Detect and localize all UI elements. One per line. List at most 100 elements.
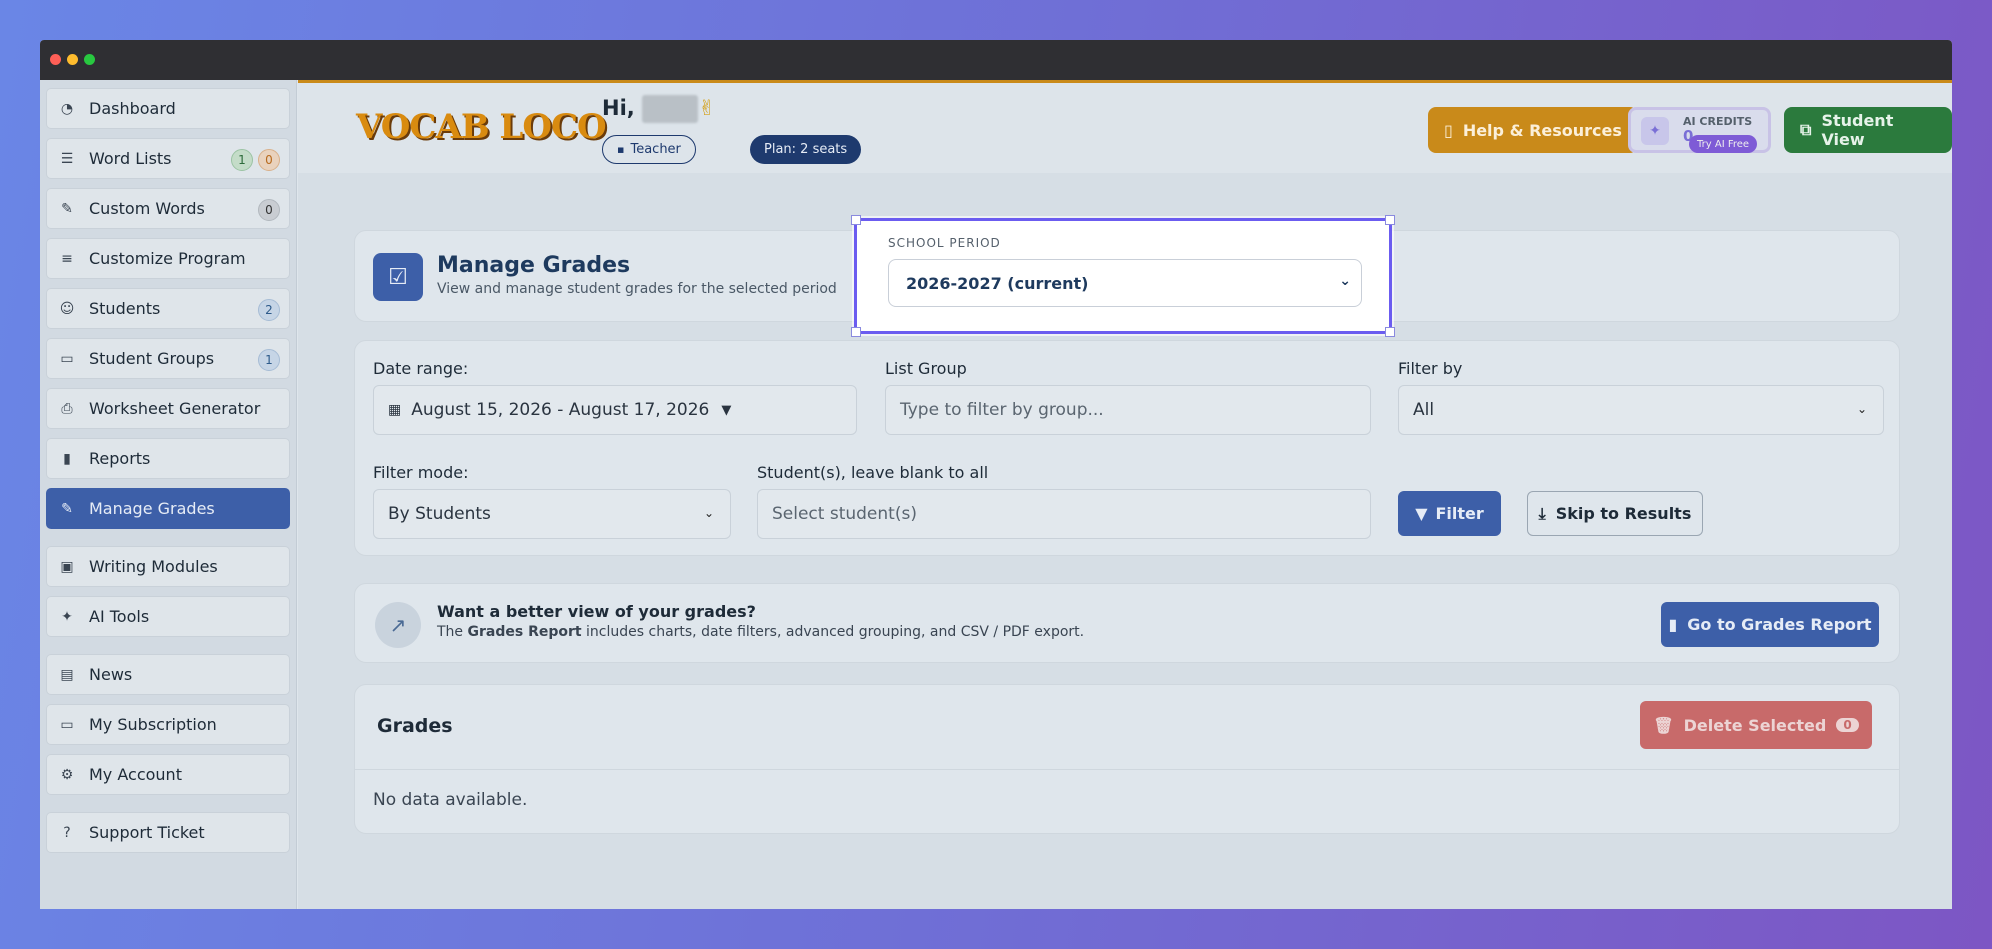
chevron-down-icon: ⌄: [1339, 273, 1351, 289]
sidebar-item-manage-grades[interactable]: ✎ Manage Grades: [46, 488, 290, 529]
top-bar: VOCAB LOCO Hi, ✌ ▪ Teacher Plan: 2 seats …: [298, 80, 1952, 173]
school-period-label: SCHOOL PERIOD: [888, 236, 1001, 250]
date-range-value: August 15, 2026 - August 17, 2026: [411, 400, 710, 420]
terminal-icon: ▣: [60, 558, 74, 575]
date-range-picker[interactable]: ▦ August 15, 2026 - August 17, 2026 ▼: [373, 385, 857, 435]
trash-icon: 🗑: [1653, 715, 1674, 735]
students-select[interactable]: Select student(s): [757, 489, 1371, 539]
plan-badge: Plan: 2 seats: [750, 135, 862, 164]
resize-handle[interactable]: [851, 327, 861, 337]
list-group-input[interactable]: Type to filter by group...: [885, 385, 1371, 435]
list-group-label: List Group: [885, 359, 967, 378]
trend-chart-icon: ↗: [375, 602, 421, 648]
resize-handle[interactable]: [1385, 327, 1395, 337]
arrow-down-to-line-icon: ⤓: [1538, 503, 1546, 523]
sidebar-item-label: Word Lists: [89, 149, 172, 168]
resize-handle[interactable]: [851, 215, 861, 225]
sidebar-item-custom-words[interactable]: ✎ Custom Words 0: [46, 188, 290, 229]
help-resources-button[interactable]: ▯ Help & Resources: [1428, 107, 1638, 153]
printer-icon: ⎙: [61, 400, 73, 417]
main-content: VOCAB LOCO Hi, ✌ ▪ Teacher Plan: 2 seats …: [298, 80, 1952, 909]
bar-chart-icon: ▮: [1668, 615, 1678, 634]
bar-chart-icon: ▮: [63, 450, 71, 467]
close-window-button[interactable]: [50, 54, 61, 65]
delete-label: Delete Selected: [1683, 715, 1827, 735]
grades-title: Grades: [377, 715, 453, 737]
promo-text: The Grades Report includes charts, date …: [437, 624, 1084, 640]
sidebar-item-label: Custom Words: [89, 199, 205, 218]
sidebar-item-my-subscription[interactable]: ▭ My Subscription: [46, 704, 290, 745]
sidebar-item-my-account[interactable]: ⚙ My Account: [46, 754, 290, 795]
badge-count: 0: [258, 199, 280, 221]
sidebar-item-label: Manage Grades: [89, 499, 215, 518]
gear-icon: ⚙: [60, 766, 74, 783]
sidebar-item-reports[interactable]: ▮ Reports: [46, 438, 290, 479]
filter-mode-label: Filter mode:: [373, 463, 469, 482]
sidebar-item-support-ticket[interactable]: ? Support Ticket: [46, 812, 290, 853]
card-icon: ▭: [60, 716, 74, 733]
role-label: Teacher: [630, 142, 681, 157]
sidebar-item-dashboard[interactable]: ◔ Dashboard: [46, 88, 290, 129]
skip-label: Skip to Results: [1555, 504, 1692, 523]
help-label: Help & Resources: [1462, 120, 1622, 140]
school-period-select[interactable]: 2026-2027 (current) ⌄: [888, 259, 1362, 307]
grades-report-label: Go to Grades Report: [1687, 615, 1872, 634]
sidebar-item-news[interactable]: ▤ News: [46, 654, 290, 695]
students-label: Student(s), leave blank to all: [757, 463, 989, 482]
page-subtitle: View and manage student grades for the s…: [437, 281, 837, 297]
sparkles-icon: ✦: [61, 608, 73, 625]
external-link-icon: ⧉: [1800, 120, 1812, 139]
delete-count-badge: 0: [1836, 718, 1859, 732]
filters-card: Date range: ▦ August 15, 2026 - August 1…: [354, 340, 1900, 556]
skip-to-results-button[interactable]: ⤓ Skip to Results: [1527, 491, 1703, 536]
user-name-redacted: [642, 95, 699, 123]
sidebar-item-word-lists[interactable]: ☰ Word Lists 1 0: [46, 138, 290, 179]
sidebar-item-label: AI Tools: [89, 607, 150, 626]
filter-by-label: Filter by: [1398, 359, 1463, 378]
book-icon: ▯: [1444, 120, 1453, 140]
role-badge: ▪ Teacher: [602, 135, 696, 164]
go-to-grades-report-button[interactable]: ▮ Go to Grades Report: [1661, 602, 1879, 647]
badge-count: 1: [258, 349, 280, 371]
filter-button[interactable]: ▼ Filter: [1398, 491, 1501, 536]
gauge-icon: ◔: [60, 100, 74, 117]
sidebar-item-label: Support Ticket: [89, 823, 205, 842]
sidebar-item-ai-tools[interactable]: ✦ AI Tools: [46, 596, 290, 637]
filter-button-label: Filter: [1435, 504, 1484, 523]
maximize-window-button[interactable]: [84, 54, 95, 65]
caret-down-icon: ▼: [721, 402, 732, 418]
sidebar: ◔ Dashboard ☰ Word Lists 1 0 ✎ Custom Words…: [40, 80, 297, 909]
filter-mode-select[interactable]: By Students ⌄: [373, 489, 731, 539]
funnel-icon: ▼: [1415, 504, 1428, 523]
minimize-window-button[interactable]: [67, 54, 78, 65]
delete-selected-button[interactable]: 🗑 Delete Selected 0: [1640, 701, 1872, 749]
sidebar-item-writing-modules[interactable]: ▣ Writing Modules: [46, 546, 290, 587]
edit-icon: ✎: [61, 200, 73, 217]
clipboard-check-icon: ☑: [373, 253, 423, 301]
resize-handle[interactable]: [1385, 215, 1395, 225]
date-range-label: Date range:: [373, 359, 469, 378]
users-icon: ☺: [59, 300, 75, 317]
question-icon: ?: [63, 824, 71, 841]
sidebar-item-students[interactable]: ☺ Students 2: [46, 288, 290, 329]
sidebar-item-label: My Subscription: [89, 715, 217, 734]
sidebar-item-label: Student Groups: [89, 349, 215, 368]
ai-credits-widget[interactable]: ✦ AI CREDITS 0 Try AI Free: [1628, 107, 1771, 153]
sidebar-item-customize-program[interactable]: ≡ Customize Program: [46, 238, 290, 279]
chevron-down-icon: ⌄: [703, 506, 714, 520]
newspaper-icon: ▤: [60, 666, 74, 683]
filter-by-select[interactable]: All ⌄: [1398, 385, 1884, 435]
app-window: ◔ Dashboard ☰ Word Lists 1 0 ✎ Custom Words…: [40, 40, 1952, 909]
promo-title: Want a better view of your grades?: [437, 602, 756, 621]
sidebar-item-label: Writing Modules: [89, 557, 218, 576]
badge-count: 1: [231, 149, 253, 171]
sidebar-item-worksheet-generator[interactable]: ⎙ Worksheet Generator: [46, 388, 290, 429]
badge-icon: ▪: [617, 143, 625, 156]
chevron-down-icon: ⌄: [1856, 402, 1867, 416]
sidebar-item-student-groups[interactable]: ▭ Student Groups 1: [46, 338, 290, 379]
list-icon: ☰: [60, 150, 74, 167]
try-ai-free-button[interactable]: Try AI Free: [1689, 135, 1758, 153]
sidebar-item-label: My Account: [89, 765, 182, 784]
student-view-button[interactable]: ⧉ Student View: [1784, 107, 1952, 153]
vocab-loco-logo[interactable]: VOCAB LOCO: [356, 107, 607, 147]
